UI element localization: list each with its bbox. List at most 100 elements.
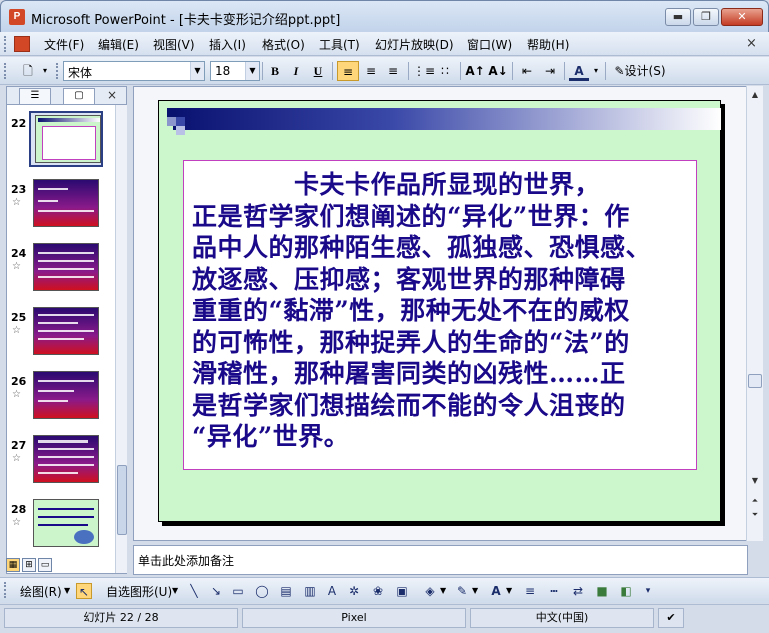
font-color-icon[interactable]: A	[488, 583, 504, 599]
thumb-text-line	[38, 440, 88, 443]
slide-thumbnail-22[interactable]	[35, 115, 101, 163]
menu-file[interactable]: 文件(F)	[44, 36, 84, 53]
chevron-down-icon[interactable]: ▼	[506, 586, 512, 595]
shadow-icon[interactable]: ■	[594, 583, 610, 599]
chevron-down-icon[interactable]: ▼	[245, 62, 259, 80]
slide-thumbnail-24[interactable]	[33, 243, 99, 291]
slide-thumbnail-28[interactable]	[33, 499, 99, 547]
bold-button[interactable]: B	[266, 61, 284, 81]
increase-font-icon[interactable]: A↑	[465, 61, 485, 81]
next-slide-icon[interactable]: ⏷	[747, 508, 763, 522]
scrollbar-thumb[interactable]	[748, 374, 762, 388]
toolbar-separator	[605, 62, 606, 80]
scrollbar-thumb[interactable]	[117, 465, 127, 535]
line-style-icon[interactable]: ≡	[522, 583, 538, 599]
minimize-button[interactable]: ▬	[665, 8, 691, 26]
bullet-list-icon[interactable]: ∷	[435, 61, 455, 81]
toolbar-grip-2[interactable]	[56, 63, 60, 79]
menu-help[interactable]: 帮助(H)	[527, 36, 569, 53]
design-button[interactable]: ✎设计(S)	[609, 61, 671, 81]
align-left-icon[interactable]: ≡	[337, 61, 359, 81]
draw-menu-button[interactable]: 绘图(R)	[20, 583, 62, 600]
menu-slideshow[interactable]: 幻灯片放映(D)	[375, 36, 454, 53]
picture-icon[interactable]: ▣	[394, 583, 410, 599]
font-color-icon[interactable]: A	[569, 61, 589, 81]
tab-slides[interactable]: ▢	[63, 88, 95, 104]
wordart-icon[interactable]: A	[324, 583, 340, 599]
document-icon[interactable]	[14, 36, 30, 52]
chevron-down-icon[interactable]: ▼	[472, 586, 478, 595]
chevron-down-icon[interactable]: ▼	[64, 586, 70, 595]
menu-view[interactable]: 视图(V)	[153, 36, 195, 53]
toolbar-options-icon[interactable]: ▾	[640, 583, 656, 599]
decor-square	[176, 117, 185, 126]
textbox-icon[interactable]: ▤	[278, 583, 294, 599]
autoshapes-button[interactable]: 自选图形(U)	[106, 583, 172, 600]
new-document-icon[interactable]: 🗋	[18, 61, 38, 81]
close-pane-icon[interactable]: ×	[107, 88, 117, 102]
spelling-status-icon[interactable]: ✔	[658, 608, 684, 628]
decrease-indent-icon[interactable]: ⇤	[517, 61, 537, 81]
slide-body-textbox[interactable]: 卡夫卡作品所显现的世界， 正是哲学家们想阐述的“异化”世界：作 品中人的那种陌生…	[183, 160, 697, 470]
chevron-down-icon[interactable]: ▼	[172, 586, 178, 595]
close-button[interactable]: ✕	[721, 8, 763, 26]
3d-icon[interactable]: ◧	[618, 583, 634, 599]
numbered-list-icon[interactable]: ⋮≡	[413, 61, 435, 81]
toolbar-separator	[262, 62, 263, 80]
notes-pane[interactable]: 单击此处添加备注	[133, 545, 748, 575]
powerpoint-app-icon[interactable]: P	[9, 9, 25, 25]
underline-button[interactable]: U	[309, 61, 327, 81]
align-center-icon[interactable]: ≡	[361, 61, 381, 81]
clipart-icon[interactable]: ❀	[370, 583, 386, 599]
arrow-icon[interactable]: ↘	[208, 583, 224, 599]
arrow-style-icon[interactable]: ⇄	[570, 583, 586, 599]
font-name-select[interactable]: 宋体 ▼	[63, 61, 205, 81]
menu-window[interactable]: 窗口(W)	[467, 36, 512, 53]
chevron-down-icon[interactable]: ▼	[190, 62, 204, 80]
font-size-select[interactable]: 18 ▼	[210, 61, 260, 81]
line-color-icon[interactable]: ✎	[454, 583, 470, 599]
slide-number: 23	[11, 183, 27, 196]
normal-view-icon[interactable]: ▦	[6, 558, 20, 572]
close-document-icon[interactable]: ×	[746, 36, 757, 51]
align-right-icon[interactable]: ≡	[383, 61, 403, 81]
menu-insert[interactable]: 插入(I)	[209, 36, 246, 53]
slide-body-text: 卡夫卡作品所显现的世界， 正是哲学家们想阐述的“异化”世界：作 品中人的那种陌生…	[192, 169, 692, 453]
slide-thumbnail-23[interactable]	[33, 179, 99, 227]
slides-pane-scrollbar[interactable]	[115, 105, 127, 573]
slideshow-view-icon[interactable]: ▭	[38, 558, 52, 572]
menu-tools[interactable]: 工具(T)	[319, 36, 360, 53]
dash-style-icon[interactable]: ┅	[546, 583, 562, 599]
slide-thumbnail-27[interactable]	[33, 435, 99, 483]
slide-thumbnail-26[interactable]	[33, 371, 99, 419]
italic-button[interactable]: I	[287, 61, 305, 81]
tab-outline[interactable]: ☰	[19, 88, 51, 104]
chevron-down-icon[interactable]: ▼	[440, 586, 446, 595]
select-pointer-icon[interactable]: ↖	[76, 583, 92, 599]
previous-slide-icon[interactable]: ⏶	[747, 494, 763, 508]
oval-icon[interactable]: ◯	[254, 583, 270, 599]
slide-text-line: 卡夫卡作品所显现的世界，	[192, 170, 601, 199]
chevron-down-icon[interactable]: ▾	[591, 61, 601, 81]
rectangle-icon[interactable]: ▭	[230, 583, 246, 599]
fill-color-icon[interactable]: ◈	[422, 583, 438, 599]
toolbar-grip[interactable]	[4, 63, 8, 79]
menu-grip[interactable]	[4, 36, 8, 52]
diagram-icon[interactable]: ✲	[346, 583, 362, 599]
decrease-font-icon[interactable]: A↓	[488, 61, 508, 81]
vertical-textbox-icon[interactable]: ▥	[302, 583, 318, 599]
toolbar-grip[interactable]	[4, 582, 8, 598]
scroll-down-icon[interactable]: ▼	[747, 474, 763, 488]
menu-edit[interactable]: 编辑(E)	[98, 36, 139, 53]
slide-sorter-icon[interactable]: ⊞	[22, 558, 36, 572]
thumb-text-line	[38, 464, 94, 466]
menu-format[interactable]: 格式(O)	[262, 36, 305, 53]
slide-thumbnail-25[interactable]	[33, 307, 99, 355]
increase-indent-icon[interactable]: ⇥	[540, 61, 560, 81]
slide-vertical-scrollbar[interactable]: ▲ ▼ ⏶ ⏷	[746, 86, 763, 541]
maximize-button[interactable]: ❐	[693, 8, 719, 26]
line-icon[interactable]: ╲	[186, 583, 202, 599]
view-buttons: ▦ ⊞ ▭	[6, 558, 66, 574]
scroll-up-icon[interactable]: ▲	[747, 88, 763, 102]
toolbar-options-icon[interactable]: ▾	[40, 61, 50, 81]
